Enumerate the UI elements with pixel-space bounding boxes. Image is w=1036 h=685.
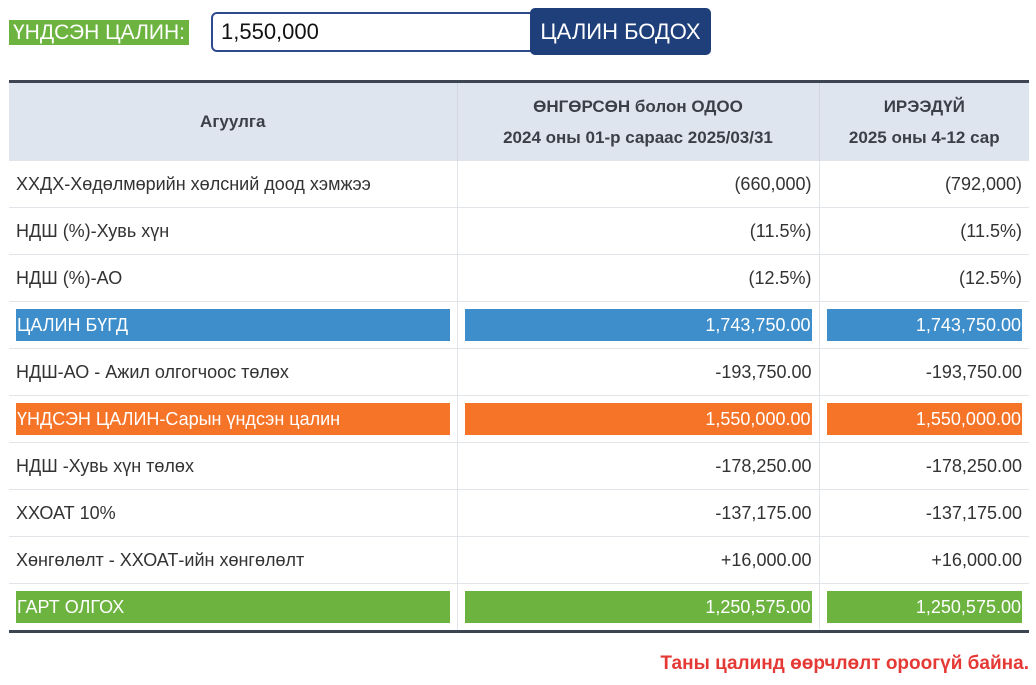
future-value: -137,175.00 xyxy=(819,489,1029,537)
future-value-cell: 1,550,000.00 xyxy=(819,395,1029,443)
header-past-present-title: ӨНГӨРСӨН болон ОДОО xyxy=(533,96,743,116)
calculate-salary-button[interactable]: ЦАЛИН БОДОХ xyxy=(530,8,711,55)
past-value: +16,000.00 xyxy=(457,536,820,584)
row-label: ЦАЛИН БҮГД xyxy=(16,309,450,341)
future-value: (12.5%) xyxy=(819,254,1029,302)
row-label: Хөнгөлөлт - ХХОАТ-ийн хөнгөлөлт xyxy=(9,536,458,584)
header-content: Агуулга xyxy=(9,81,458,161)
row-label: ХХДХ-Хөдөлмөрийн хөлсний доод хэмжээ xyxy=(9,160,458,208)
header-future-period: 2025 оны 4-12 сар xyxy=(848,127,1000,147)
table-row-ndsh-personal-rate: НДШ (%)-Хувь хүн (11.5%) (11.5%) xyxy=(9,207,1029,255)
table-row-total-salary: ЦАЛИН БҮГД 1,743,750.00 1,743,750.00 xyxy=(9,301,1029,349)
future-value: -178,250.00 xyxy=(819,442,1029,490)
past-value-cell: 1,250,575.00 xyxy=(457,583,820,632)
row-label: НДШ (%)-АО xyxy=(9,254,458,302)
table-row-personal-contribution: НДШ -Хувь хүн төлөх -178,250.00 -178,250… xyxy=(9,442,1029,490)
future-value: +16,000.00 xyxy=(819,536,1029,584)
past-value: (660,000) xyxy=(457,160,820,208)
future-value: 1,250,575.00 xyxy=(826,591,1022,623)
table-row-net-pay: ГАРТ ОЛГОХ 1,250,575.00 1,250,575.00 xyxy=(9,583,1029,632)
future-value: (792,000) xyxy=(819,160,1029,208)
row-label: НДШ-АО - Ажил олгогчоос төлөх xyxy=(9,348,458,396)
row-label-cell: ЦАЛИН БҮГД xyxy=(9,301,458,349)
past-value-cell: 1,743,750.00 xyxy=(457,301,820,349)
table-row-income-tax: ХХОАТ 10% -137,175.00 -137,175.00 xyxy=(9,489,1029,537)
header-future-title: ИРЭЭДҮЙ xyxy=(883,96,965,116)
row-label: ҮНДСЭН ЦАЛИН-Сарын үндсэн цалин xyxy=(16,403,450,435)
table-row-ndsh-employer-rate: НДШ (%)-АО (12.5%) (12.5%) xyxy=(9,254,1029,302)
future-value: (11.5%) xyxy=(819,207,1029,255)
future-value: 1,550,000.00 xyxy=(826,403,1022,435)
future-value-cell: 1,250,575.00 xyxy=(819,583,1029,632)
table-row-base-salary: ҮНДСЭН ЦАЛИН-Сарын үндсэн цалин 1,550,00… xyxy=(9,395,1029,443)
salary-toolbar: ҮНДСЭН ЦАЛИН: ЦАЛИН БОДОХ xyxy=(9,8,1029,56)
past-value: (11.5%) xyxy=(457,207,820,255)
table-row-tax-discount: Хөнгөлөлт - ХХОАТ-ийн хөнгөлөлт +16,000.… xyxy=(9,536,1029,584)
salary-input[interactable] xyxy=(211,12,541,52)
past-value: (12.5%) xyxy=(457,254,820,302)
future-value: -193,750.00 xyxy=(819,348,1029,396)
past-value: -178,250.00 xyxy=(457,442,820,490)
row-label: НДШ -Хувь хүн төлөх xyxy=(9,442,458,490)
past-value: -137,175.00 xyxy=(457,489,820,537)
row-label: НДШ (%)-Хувь хүн xyxy=(9,207,458,255)
row-label: ХХОАТ 10% xyxy=(9,489,458,537)
past-value: 1,743,750.00 xyxy=(464,309,812,341)
row-label: ГАРТ ОЛГОХ xyxy=(16,591,450,623)
header-past-present-period: 2024 оны 01-р сараас 2025/03/31 xyxy=(503,127,773,147)
table-row-employer-contribution: НДШ-АО - Ажил олгогчоос төлөх -193,750.0… xyxy=(9,348,1029,396)
status-message: Таны цалинд өөрчлөлт ороогүй байна. xyxy=(660,653,1029,674)
future-value-cell: 1,743,750.00 xyxy=(819,301,1029,349)
table-header-row: Агуулга ӨНГӨРСӨН болон ОДОО 2024 оны 01-… xyxy=(9,81,1029,161)
salary-table: Агуулга ӨНГӨРСӨН болон ОДОО 2024 оны 01-… xyxy=(9,80,1029,633)
row-label-cell: ГАРТ ОЛГОХ xyxy=(9,583,458,632)
table-row-minimum-wage: ХХДХ-Хөдөлмөрийн хөлсний доод хэмжээ (66… xyxy=(9,160,1029,208)
past-value: 1,550,000.00 xyxy=(464,403,812,435)
past-value: 1,250,575.00 xyxy=(464,591,812,623)
header-content-label: Агуулга xyxy=(200,112,266,131)
header-future: ИРЭЭДҮЙ 2025 оны 4-12 сар xyxy=(819,81,1029,161)
salary-label: ҮНДСЭН ЦАЛИН: xyxy=(9,20,189,45)
past-value: -193,750.00 xyxy=(457,348,820,396)
past-value-cell: 1,550,000.00 xyxy=(457,395,820,443)
header-past-present: ӨНГӨРСӨН болон ОДОО 2024 оны 01-р сараас… xyxy=(457,81,820,161)
row-label-cell: ҮНДСЭН ЦАЛИН-Сарын үндсэн цалин xyxy=(9,395,458,443)
future-value: 1,743,750.00 xyxy=(826,309,1022,341)
